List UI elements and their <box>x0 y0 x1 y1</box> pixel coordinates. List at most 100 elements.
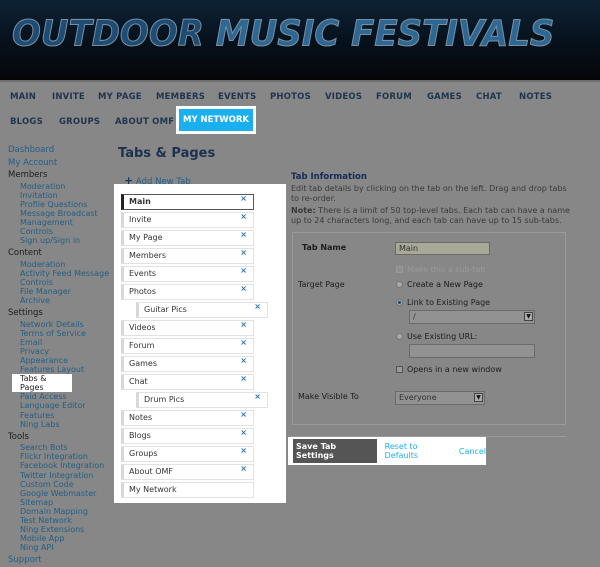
nav-tab-members[interactable]: MEMBERS <box>156 92 205 102</box>
tab-item[interactable]: Blogs × <box>121 428 254 444</box>
radio-link-existing-page[interactable]: Link to Existing Page <box>396 298 490 307</box>
tab-item[interactable]: Forum × <box>121 338 254 354</box>
close-icon[interactable]: × <box>254 390 261 404</box>
tab-item[interactable]: Photos × <box>121 284 254 300</box>
sidebar-item-features[interactable]: Features <box>8 411 109 420</box>
sidebar-item-paid-access[interactable]: Paid Access <box>8 392 109 401</box>
sidebar-item-ning-labs[interactable]: Ning Labs <box>8 420 109 429</box>
close-icon[interactable]: × <box>240 318 247 332</box>
cancel-link[interactable]: Cancel <box>459 447 486 456</box>
close-icon[interactable]: × <box>240 426 247 440</box>
close-icon[interactable]: × <box>240 246 247 260</box>
sidebar-item-custom-code[interactable]: Custom Code <box>8 480 109 489</box>
sidebar-dashboard[interactable]: Dashboard <box>8 144 109 157</box>
sidebar-item-appearance[interactable]: Appearance <box>8 356 109 365</box>
tab-item[interactable]: Groups × <box>121 446 254 462</box>
close-icon[interactable]: × <box>240 354 247 368</box>
tab-item[interactable]: My Network <box>121 482 254 498</box>
nav-tab-games[interactable]: GAMES <box>427 92 462 102</box>
nav-tab-my-network[interactable]: MY NETWORK <box>176 106 256 134</box>
nav-tab-notes[interactable]: NOTES <box>519 92 552 102</box>
close-icon[interactable]: × <box>240 228 247 242</box>
close-icon[interactable]: × <box>254 300 261 314</box>
sidebar-item-facebook-integration[interactable]: Facebook Integration <box>8 461 109 470</box>
existing-page-select[interactable]: / ▼ <box>409 310 535 324</box>
sidebar-item-moderation[interactable]: Moderation <box>8 260 109 269</box>
sidebar-item-activity-feed-message[interactable]: Activity Feed Message <box>8 269 109 278</box>
sidebar-item-terms-of-service[interactable]: Terms of Service <box>8 329 109 338</box>
nav-tab-videos[interactable]: VIDEOS <box>325 92 362 102</box>
sidebar-item-controls[interactable]: Controls <box>8 278 109 287</box>
tab-item[interactable]: Notes × <box>121 410 254 426</box>
tab-item[interactable]: Chat × <box>121 374 254 390</box>
close-icon[interactable]: × <box>240 408 247 422</box>
sidebar-item-management[interactable]: Management <box>8 218 109 227</box>
sidebar-item-sitemap[interactable]: Sitemap <box>8 498 109 507</box>
nav-tab-forum[interactable]: FORUM <box>376 92 412 102</box>
sidebar-item-features-layout[interactable]: Features Layout <box>8 365 109 374</box>
nav-tab-groups[interactable]: GROUPS <box>59 117 100 127</box>
sidebar-item-test-network[interactable]: Test Network <box>8 516 109 525</box>
nav-tab-main[interactable]: MAIN <box>10 92 36 102</box>
sidebar-item-domain-mapping[interactable]: Domain Mapping <box>8 507 109 516</box>
sidebar-item-archive[interactable]: Archive <box>8 296 109 305</box>
close-icon[interactable]: × <box>240 462 247 476</box>
sidebar-item-privacy[interactable]: Privacy <box>8 347 109 356</box>
url-input[interactable] <box>409 344 535 358</box>
sidebar-item-mobile-app[interactable]: Mobile App <box>8 534 109 543</box>
sidebar-item-invitation[interactable]: Invitation <box>8 191 109 200</box>
sub-tab-item[interactable]: Guitar Pics × <box>136 302 268 318</box>
site-logo[interactable]: OUTDOOR MUSIC FESTIVALS <box>12 12 555 55</box>
nav-tab-about-omf[interactable]: ABOUT OMF <box>115 117 174 127</box>
sidebar-my-account[interactable]: My Account <box>8 157 109 170</box>
sidebar-item-email[interactable]: Email <box>8 338 109 347</box>
close-icon[interactable]: × <box>240 444 247 458</box>
sidebar-item-twitter-integration[interactable]: Twitter Integration <box>8 471 109 480</box>
sidebar-support[interactable]: Support <box>8 554 109 567</box>
close-icon[interactable]: × <box>240 192 247 206</box>
sidebar-item-ning-api[interactable]: Ning API <box>8 543 109 552</box>
nav-tab-invite[interactable]: INVITE <box>52 92 85 102</box>
close-icon[interactable]: × <box>240 282 247 296</box>
sub-tab-item[interactable]: Drum Pics × <box>136 392 268 408</box>
tab-item[interactable]: Invite × <box>121 212 254 228</box>
sidebar-item-moderation[interactable]: Moderation <box>8 182 109 191</box>
new-window-checkbox[interactable]: Opens in a new window <box>396 365 502 374</box>
close-icon[interactable]: × <box>240 264 247 278</box>
sidebar-item-controls[interactable]: Controls <box>8 227 109 236</box>
sidebar-item-google-webmaster[interactable]: Google Webmaster <box>8 489 109 498</box>
sidebar-item-ning-extensions[interactable]: Ning Extensions <box>8 525 109 534</box>
nav-tab-blogs[interactable]: BLOGS <box>10 117 43 127</box>
close-icon[interactable]: × <box>240 372 247 386</box>
nav-tab-events[interactable]: EVENTS <box>218 92 256 102</box>
sidebar-item-network-details[interactable]: Network Details <box>8 320 109 329</box>
reset-to-defaults-link[interactable]: Reset to Defaults <box>385 442 451 460</box>
nav-tab-my-page[interactable]: MY PAGE <box>98 92 142 102</box>
nav-tab-photos[interactable]: PHOTOS <box>270 92 311 102</box>
sidebar-item-search-bots[interactable]: Search Bots <box>8 443 109 452</box>
tab-item[interactable]: About OMF × <box>121 464 254 480</box>
sidebar-item-profile-questions[interactable]: Profile Questions <box>8 200 109 209</box>
sidebar-item-sign-up-sign-in[interactable]: Sign up/Sign in <box>8 236 109 245</box>
save-tab-settings-button[interactable]: Save Tab Settings <box>293 439 377 463</box>
tab-item[interactable]: Events × <box>121 266 254 282</box>
tab-item[interactable]: Main × <box>121 194 254 210</box>
close-icon[interactable]: × <box>240 336 247 350</box>
radio-create-new-page[interactable]: Create a New Page <box>396 280 483 289</box>
tab-item[interactable]: Videos × <box>121 320 254 336</box>
sidebar-item-language-editor[interactable]: Language Editor <box>8 401 109 410</box>
close-icon[interactable]: × <box>240 210 247 224</box>
sidebar-item-file-manager[interactable]: File Manager <box>8 287 109 296</box>
sidebar-item-message-broadcast[interactable]: Message Broadcast <box>8 209 109 218</box>
tab-item[interactable]: My Page × <box>121 230 254 246</box>
tab-item[interactable]: Members × <box>121 248 254 264</box>
sidebar-item-tabs-pages[interactable]: Tabs & Pages <box>8 374 109 393</box>
sidebar-item-flickr-integration[interactable]: Flickr Integration <box>8 452 109 461</box>
tab-label: Guitar Pics <box>144 305 187 314</box>
visible-to-select[interactable]: Everyone ▼ <box>395 391 485 405</box>
subtab-checkbox[interactable]: Make this a sub-tab <box>396 265 486 274</box>
nav-tab-chat[interactable]: CHAT <box>476 92 502 102</box>
radio-use-existing-url[interactable]: Use Existing URL: <box>396 332 477 341</box>
tab-name-input[interactable]: Main <box>395 242 490 255</box>
tab-item[interactable]: Games × <box>121 356 254 372</box>
